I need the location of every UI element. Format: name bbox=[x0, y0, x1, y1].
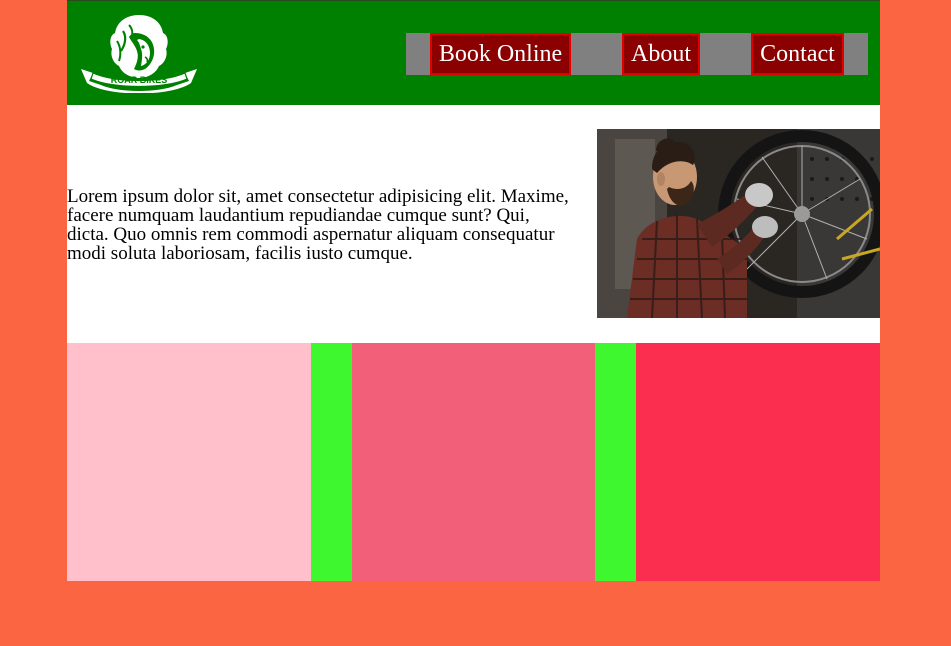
bike-mechanic-photo bbox=[597, 129, 880, 318]
nav-about-button[interactable]: About bbox=[622, 33, 700, 75]
color-tiles bbox=[67, 343, 880, 581]
intro-section: Lorem ipsum dolor sit, amet consectetur … bbox=[67, 105, 880, 343]
tile-3 bbox=[636, 343, 880, 581]
lion-head-icon: ROAR BIKES bbox=[81, 15, 197, 94]
tile-gap-2 bbox=[595, 343, 636, 581]
tile-1 bbox=[67, 343, 311, 581]
page-container: ROAR BIKES Book Online About Contact Lor… bbox=[67, 0, 880, 581]
logo-brand-text: ROAR BIKES bbox=[111, 75, 168, 85]
tile-gap-1 bbox=[311, 343, 352, 581]
nav-contact-button[interactable]: Contact bbox=[751, 33, 844, 75]
mechanic-image bbox=[597, 129, 880, 318]
site-header: ROAR BIKES Book Online About Contact bbox=[67, 0, 880, 105]
roar-bikes-logo[interactable]: ROAR BIKES bbox=[79, 11, 199, 94]
main-nav: Book Online About Contact bbox=[406, 33, 868, 75]
tile-2 bbox=[352, 343, 595, 581]
intro-paragraph: Lorem ipsum dolor sit, amet consectetur … bbox=[67, 186, 569, 264]
nav-book-online-button[interactable]: Book Online bbox=[430, 33, 571, 75]
